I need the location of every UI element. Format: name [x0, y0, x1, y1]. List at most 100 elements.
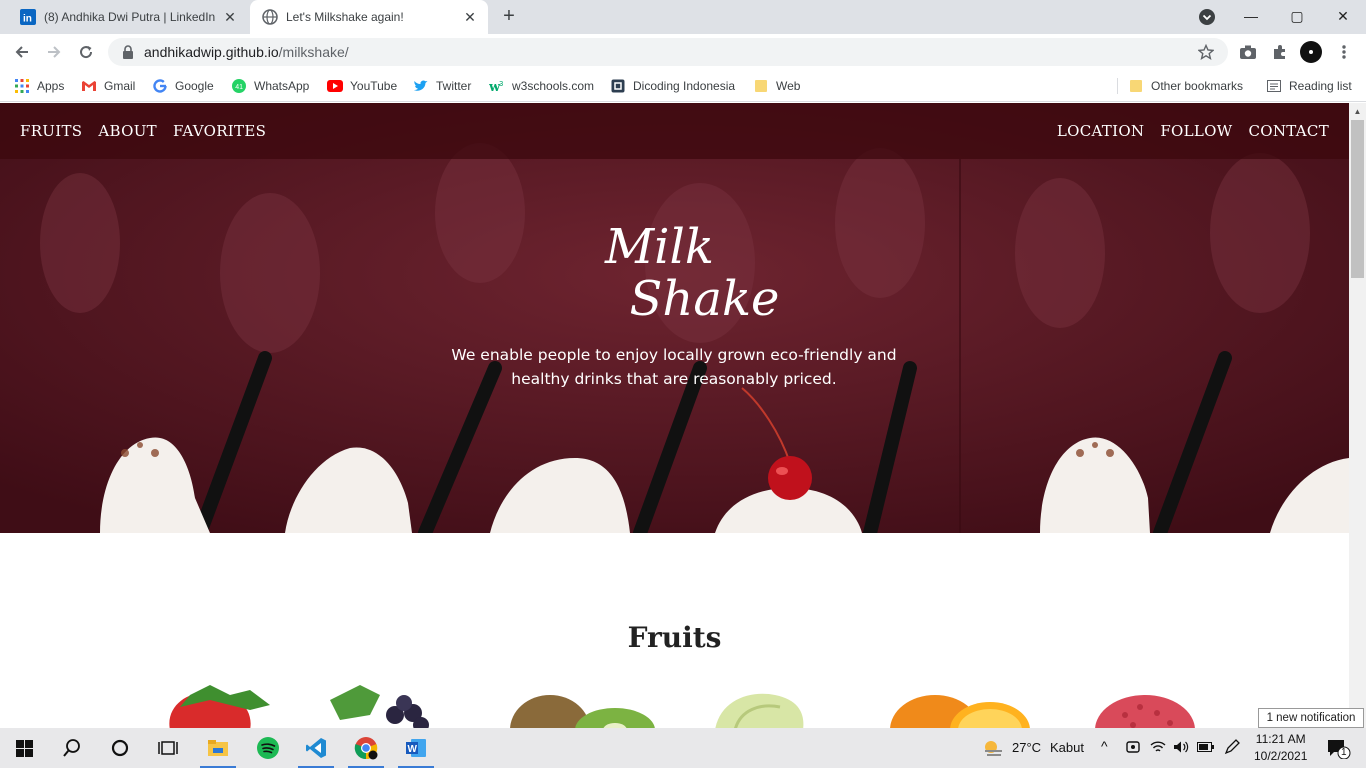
svg-text:41: 41 [235, 84, 243, 91]
minimize-button[interactable]: — [1228, 0, 1274, 32]
tab-title: (8) Andhika Dwi Putra | LinkedIn [44, 10, 216, 24]
notification-count: 1 [1341, 747, 1347, 758]
folder-icon [1128, 78, 1144, 94]
windows-start-icon[interactable] [4, 728, 44, 768]
reading-list[interactable]: Reading list [1266, 76, 1352, 96]
forward-button[interactable] [40, 38, 68, 66]
nav-right-group: LOCATION FOLLOW CONTACT [1057, 122, 1329, 140]
tray-chevron-up-icon[interactable]: ^ [1101, 738, 1108, 754]
file-explorer-icon[interactable] [198, 728, 238, 768]
tab-milkshake[interactable]: Let's Milkshake again! ✕ [250, 0, 488, 34]
tab-strip: in (8) Andhika Dwi Putra | LinkedIn ✕ Le… [0, 0, 1366, 34]
melon-image [715, 693, 804, 728]
back-arrow-icon [15, 46, 28, 58]
lychee-image [1095, 695, 1195, 728]
w3schools-icon: w3 [489, 78, 505, 94]
chrome-icon[interactable] [346, 728, 386, 768]
url-path: /milkshake/ [278, 44, 349, 60]
browser-toolbar: andhikadwip.github.io/milkshake/ [0, 34, 1366, 70]
weather-icon[interactable] [982, 738, 1004, 761]
brand-logo: Milk Shake [0, 221, 1349, 325]
bookmarks-divider [1117, 78, 1118, 94]
spotify-icon[interactable] [248, 728, 288, 768]
nav-link-location[interactable]: LOCATION [1057, 122, 1145, 140]
bookmark-label: Google [175, 79, 214, 93]
bookmark-w3schools[interactable]: w3 w3schools.com [489, 76, 594, 96]
bookmark-google[interactable]: Google [152, 76, 214, 96]
youtube-icon [327, 78, 343, 94]
google-icon [152, 78, 168, 94]
bookmark-youtube[interactable]: YouTube [327, 76, 397, 96]
whatsapp-icon: 41 [231, 78, 247, 94]
action-center-icon[interactable]: 1 [1318, 728, 1358, 768]
system-clock[interactable]: 11:21 AM 10/2/2021 [1254, 731, 1307, 765]
bookmark-whatsapp[interactable]: 41 WhatsApp [231, 76, 309, 96]
task-view-icon[interactable] [148, 728, 188, 768]
search-icon[interactable] [52, 728, 92, 768]
nav-link-favorites[interactable]: FAVORITES [173, 122, 266, 140]
nav-link-follow[interactable]: FOLLOW [1160, 122, 1232, 140]
bookmark-label: Web [776, 79, 801, 93]
nav-link-about[interactable]: ABOUT [98, 122, 157, 140]
bookmark-apps[interactable]: Apps [14, 76, 64, 96]
clock-time: 11:21 AM [1255, 732, 1306, 746]
linkedin-icon: in [20, 9, 36, 25]
meet-now-icon[interactable] [1126, 739, 1140, 758]
bookmark-dicoding[interactable]: Dicoding Indonesia [610, 76, 735, 96]
nav-left-group: FRUITS ABOUT FAVORITES [20, 122, 266, 140]
cortana-icon[interactable] [100, 728, 140, 768]
reload-button[interactable] [72, 38, 100, 66]
maximize-button[interactable]: ▢ [1274, 0, 1320, 32]
section-title-fruits: Fruits [627, 621, 722, 654]
bookmark-twitter[interactable]: Twitter [413, 76, 471, 96]
tab-title: Let's Milkshake again! [286, 10, 404, 24]
address-bar[interactable]: andhikadwip.github.io/milkshake/ [108, 38, 1228, 66]
close-tab-icon[interactable]: ✕ [460, 7, 480, 27]
kiwi-image [510, 695, 655, 728]
lock-icon [122, 45, 136, 59]
bookmark-gmail[interactable]: Gmail [81, 76, 135, 96]
tab-linkedin[interactable]: in (8) Andhika Dwi Putra | LinkedIn ✕ [8, 0, 248, 34]
apps-grid-icon [14, 78, 30, 94]
tab-search-icon[interactable] [1198, 8, 1216, 26]
hero-tagline: We enable people to enjoy locally grown … [451, 346, 897, 388]
back-button[interactable] [8, 38, 36, 66]
close-tab-icon[interactable]: ✕ [220, 7, 240, 27]
word-icon[interactable]: W [396, 728, 436, 768]
site-navbar: FRUITS ABOUT FAVORITES LOCATION FOLLOW C… [0, 103, 1349, 159]
profile-avatar[interactable] [1300, 41, 1322, 63]
strawberry-image [169, 685, 270, 728]
camera-icon[interactable] [1238, 42, 1258, 62]
bookmark-web-folder[interactable]: Web [753, 76, 800, 96]
reading-list-icon [1266, 78, 1282, 94]
chrome-menu-icon[interactable] [1334, 42, 1354, 62]
brand-line-milk: Milk [605, 219, 714, 275]
close-window-button[interactable]: ✕ [1320, 0, 1366, 32]
battery-icon[interactable] [1197, 741, 1215, 756]
extensions-puzzle-icon[interactable] [1270, 42, 1290, 62]
volume-icon[interactable] [1173, 740, 1189, 757]
windows-taskbar: W 27°C Kabut ^ 11:21 AM 10/2/2021 1 [0, 728, 1366, 768]
nav-link-contact[interactable]: CONTACT [1249, 122, 1330, 140]
bookmark-label: WhatsApp [254, 79, 310, 93]
scroll-up-arrow-icon[interactable]: ▲ [1349, 103, 1366, 120]
bookmark-label: Gmail [104, 79, 136, 93]
dicoding-icon [610, 78, 626, 94]
hero-banner: FRUITS ABOUT FAVORITES LOCATION FOLLOW C… [0, 103, 1349, 533]
bookmark-star-icon[interactable] [1197, 43, 1215, 63]
url-host: andhikadwip.github.io [144, 44, 279, 60]
scrollbar-thumb[interactable] [1351, 120, 1364, 278]
svg-text:W: W [408, 744, 418, 755]
forward-arrow-icon [48, 46, 61, 58]
nav-link-fruits[interactable]: FRUITS [20, 122, 82, 140]
other-bookmarks-label: Other bookmarks [1151, 79, 1244, 93]
page-scrollbar[interactable]: ▲ [1349, 103, 1366, 728]
vscode-icon[interactable] [296, 728, 336, 768]
new-tab-button[interactable]: + [498, 6, 520, 28]
other-bookmarks[interactable]: Other bookmarks [1128, 76, 1243, 96]
bookmark-label: Dicoding Indonesia [633, 79, 736, 93]
folder-icon [753, 78, 769, 94]
wifi-icon[interactable] [1150, 740, 1166, 757]
pen-workspace-icon[interactable] [1224, 739, 1240, 758]
orange-image [890, 695, 1030, 728]
